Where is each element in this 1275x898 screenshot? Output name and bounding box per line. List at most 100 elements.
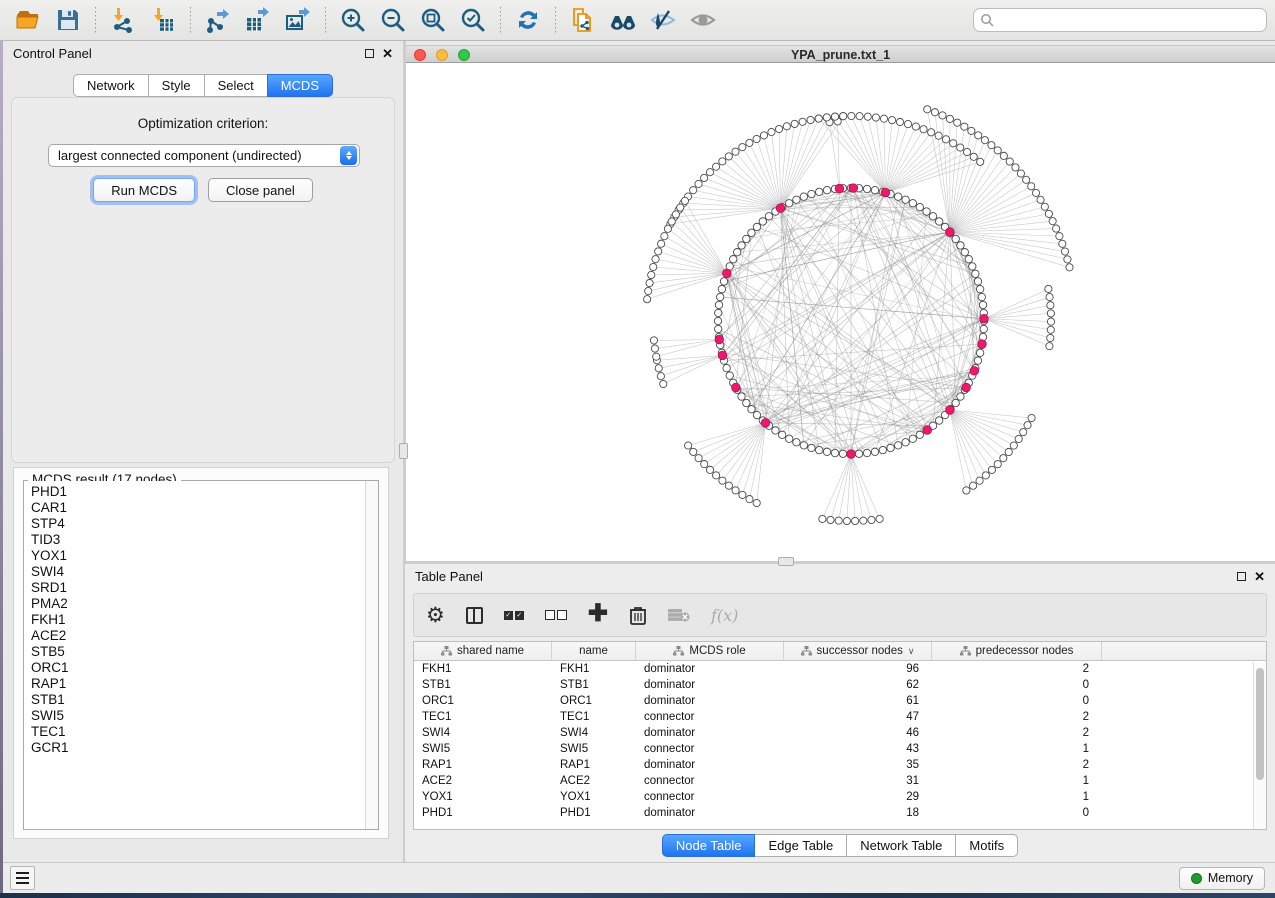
- tab-network[interactable]: Network: [73, 74, 149, 97]
- zoom-selected-button[interactable]: [456, 4, 490, 36]
- zoom-fit-button[interactable]: [416, 4, 450, 36]
- network-graph[interactable]: [406, 63, 1275, 561]
- trash-icon: [629, 605, 647, 625]
- hide-selected-button[interactable]: [646, 4, 680, 36]
- tab-select[interactable]: Select: [204, 74, 268, 97]
- mcds-result-item[interactable]: TEC1: [31, 724, 365, 740]
- mcds-result-item[interactable]: ORC1: [31, 660, 365, 676]
- column-header-predecessor-nodes[interactable]: predecessor nodes: [932, 642, 1102, 660]
- delete-table-icon[interactable]: [668, 607, 690, 623]
- mcds-result-item[interactable]: STP4: [31, 516, 365, 532]
- refresh-layout-button[interactable]: [511, 4, 545, 36]
- mcds-result-item[interactable]: ACE2: [31, 628, 365, 644]
- function-builder-icon[interactable]: f(x): [711, 606, 738, 625]
- table-cell: 29: [784, 789, 932, 805]
- criterion-dropdown[interactable]: largest connected component (undirected): [48, 144, 360, 167]
- table-cell: dominator: [636, 677, 784, 693]
- table-cell: PHD1: [552, 805, 636, 821]
- tab-style[interactable]: Style: [148, 74, 205, 97]
- save-session-button[interactable]: [51, 4, 85, 36]
- search-input[interactable]: [994, 12, 1260, 28]
- mcds-result-item[interactable]: CAR1: [31, 500, 365, 516]
- table-row[interactable]: PHD1PHD1dominator180: [414, 805, 1266, 821]
- mcds-result-item[interactable]: YOX1: [31, 548, 365, 564]
- table-row[interactable]: ORC1ORC1dominator610: [414, 693, 1266, 709]
- table-row[interactable]: RAP1RAP1dominator352: [414, 757, 1266, 773]
- export-table-button[interactable]: [241, 4, 275, 36]
- column-visibility-icon[interactable]: [466, 607, 483, 624]
- mcds-result-list[interactable]: PHD1CAR1STP4TID3YOX1SWI4SRD1PMA2FKH1ACE2…: [24, 481, 365, 829]
- run-mcds-button[interactable]: Run MCDS: [93, 178, 195, 202]
- task-history-button[interactable]: [10, 866, 35, 890]
- column-header-mcds-role[interactable]: MCDS role: [636, 642, 784, 660]
- select-all-columns-icon[interactable]: ✓✓: [504, 611, 524, 620]
- export-image-button[interactable]: [281, 4, 315, 36]
- table-cell: 0: [932, 693, 1102, 709]
- mcds-result-item[interactable]: STB1: [31, 692, 365, 708]
- open-session-button[interactable]: [11, 4, 45, 36]
- close-panel-icon[interactable]: ✕: [382, 47, 393, 60]
- table-row[interactable]: TEC1TEC1connector472: [414, 709, 1266, 725]
- show-all-icon: [689, 7, 717, 33]
- first-neighbors-button[interactable]: [606, 4, 640, 36]
- deselect-all-columns-icon[interactable]: [545, 610, 567, 620]
- mcds-result-item[interactable]: GCR1: [31, 740, 365, 756]
- zoom-fit-icon: [420, 7, 446, 33]
- table-tabs: Node Table Edge Table Network Table Moti…: [405, 834, 1275, 857]
- table-cell: 0: [932, 805, 1102, 821]
- hierarchy-icon: [801, 646, 812, 656]
- memory-button[interactable]: Memory: [1179, 867, 1265, 890]
- mcds-list-scrollbar[interactable]: [365, 481, 378, 829]
- import-table-button[interactable]: [146, 4, 180, 36]
- clone-network-button[interactable]: [566, 4, 600, 36]
- mcds-result-item[interactable]: TID3: [31, 532, 365, 548]
- float-panel-icon[interactable]: [1237, 572, 1246, 581]
- table-scrollbar[interactable]: [1253, 662, 1266, 829]
- table-cell: FKH1: [414, 661, 552, 677]
- float-panel-icon[interactable]: [365, 49, 374, 58]
- tab-motifs[interactable]: Motifs: [955, 834, 1018, 857]
- mcds-result-item[interactable]: STB5: [31, 644, 365, 660]
- zoom-in-button[interactable]: [336, 4, 370, 36]
- tab-edge-table[interactable]: Edge Table: [754, 834, 847, 857]
- table-row[interactable]: FKH1FKH1dominator962: [414, 661, 1266, 677]
- column-header-successor-nodes[interactable]: successor nodes ∨: [784, 642, 932, 660]
- close-panel-button[interactable]: Close panel: [208, 178, 313, 202]
- table-row[interactable]: SWI4SWI4dominator462: [414, 725, 1266, 741]
- table-row[interactable]: SWI5SWI5connector431: [414, 741, 1266, 757]
- import-network-button[interactable]: [106, 4, 140, 36]
- tab-network-table[interactable]: Network Table: [846, 834, 956, 857]
- show-all-button[interactable]: [686, 4, 720, 36]
- table-scrollbar-thumb[interactable]: [1256, 668, 1264, 780]
- control-panel-titlebar: Control Panel ✕: [3, 41, 403, 66]
- tab-mcds[interactable]: MCDS: [267, 74, 333, 97]
- mcds-result-item[interactable]: SWI4: [31, 564, 365, 580]
- zoom-in-icon: [340, 7, 366, 33]
- vertical-splitter-grip[interactable]: [399, 443, 408, 459]
- horizontal-splitter-grip[interactable]: [778, 557, 794, 566]
- export-network-icon: [205, 7, 231, 33]
- table-row[interactable]: YOX1YOX1connector291: [414, 789, 1266, 805]
- tab-node-table[interactable]: Node Table: [662, 834, 756, 857]
- delete-column-icon[interactable]: [629, 605, 647, 625]
- mcds-result-item[interactable]: RAP1: [31, 676, 365, 692]
- mcds-result-item[interactable]: PMA2: [31, 596, 365, 612]
- table-row[interactable]: STB1STB1dominator620: [414, 677, 1266, 693]
- mcds-result-item[interactable]: PHD1: [31, 484, 365, 500]
- mcds-result-item[interactable]: SRD1: [31, 580, 365, 596]
- table-settings-gear-icon[interactable]: ⚙: [426, 605, 445, 626]
- table-row[interactable]: ACE2ACE2connector311: [414, 773, 1266, 789]
- dropdown-stepper-icon: [340, 146, 357, 165]
- column-header-shared-name[interactable]: shared name: [414, 642, 552, 660]
- mcds-result-item[interactable]: FKH1: [31, 612, 365, 628]
- table-cell: 1: [932, 789, 1102, 805]
- column-header-name[interactable]: name: [552, 642, 636, 660]
- toolbar-separator: [95, 7, 96, 33]
- zoom-out-button[interactable]: [376, 4, 410, 36]
- create-column-icon[interactable]: ✚: [588, 602, 608, 626]
- network-window-titlebar[interactable]: YPA_prune.txt_1: [406, 45, 1275, 63]
- mcds-result-item[interactable]: SWI5: [31, 708, 365, 724]
- export-network-button[interactable]: [201, 4, 235, 36]
- close-panel-icon[interactable]: ✕: [1254, 570, 1265, 583]
- table-cell: 0: [932, 677, 1102, 693]
